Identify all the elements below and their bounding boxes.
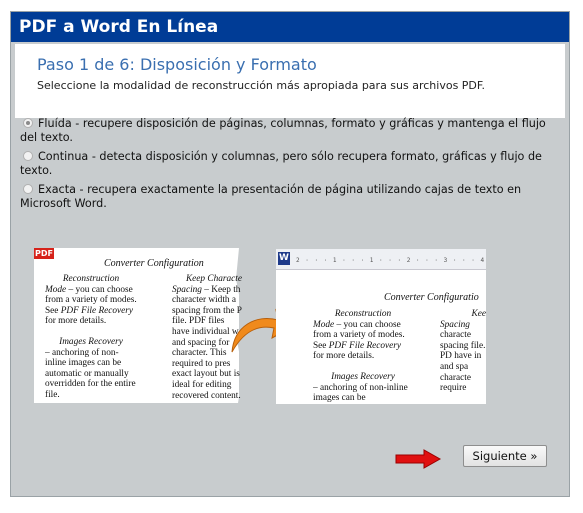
- word-col1-title2: Images Recovery: [331, 371, 395, 382]
- pdf-column-1: Reconstruction Mode – you can choose fro…: [45, 274, 137, 402]
- pdf-page-illustration: PDF Converter Configuration Reconstructi…: [34, 248, 242, 403]
- word-col1-body2: – anchoring of non-inline images can be: [313, 382, 408, 404]
- pdf-col1-body-end: for more details.: [45, 316, 107, 327]
- word-page-illustration: W 2 · · · 1 · · · 1 · · · 2 · · · 3 · · …: [276, 249, 486, 404]
- red-arrow-icon: [395, 449, 442, 469]
- option-exacta-label[interactable]: Exacta - recupera exactamente la present…: [20, 183, 521, 210]
- step-title: Paso 1 de 6: Disposición y Formato: [37, 55, 317, 74]
- word-column-2: Kee Spacing characte spacing file. PD ha…: [440, 309, 486, 404]
- option-exacta[interactable]: Exacta - recupera exactamente la present…: [20, 183, 558, 211]
- radio-continua[interactable]: [23, 151, 33, 161]
- pdf-col1-lead: Mode: [45, 284, 67, 295]
- word-col1-title: Reconstruction: [334, 309, 392, 319]
- option-continua-label[interactable]: Continua - detecta disposición y columna…: [20, 150, 542, 177]
- mode-options: Fluída - recupere disposición de páginas…: [20, 117, 558, 216]
- pdf-col1-title: Reconstruction: [62, 274, 120, 284]
- word-col2-title: Kee: [471, 309, 486, 319]
- next-button[interactable]: Siguiente »: [463, 445, 547, 467]
- word-col1-lead: Mode: [313, 319, 335, 330]
- step-header: Paso 1 de 6: Disposición y Formato Selec…: [15, 44, 565, 118]
- word-column-1: Reconstruction Mode – you can choose fro…: [313, 309, 413, 404]
- pdf-col1-link: PDF File Recovery: [60, 305, 134, 316]
- word-col2-body: characte spacing file. PD have in and sp…: [440, 330, 486, 394]
- pdf-col1-body2: – anchoring of non-inline images can be …: [45, 347, 136, 400]
- word-col1-link: PDF File Recovery: [328, 340, 402, 351]
- word-col2-lead: Spacing: [440, 319, 470, 330]
- pdf-heading: Converter Configuration: [104, 258, 204, 269]
- pdf-col1-title2: Images Recovery: [59, 336, 123, 347]
- word-heading: Converter Configuratio: [384, 292, 479, 303]
- word-col1-body-end: for more details.: [313, 351, 375, 362]
- window-title: PDF a Word En Línea: [11, 12, 569, 42]
- word-ruler: W 2 · · · 1 · · · 1 · · · 2 · · · 3 · · …: [276, 249, 486, 270]
- pdf-col2-title: Keep Characte: [185, 274, 242, 284]
- option-fluida-label[interactable]: Fluída - recupere disposición de páginas…: [20, 117, 546, 144]
- pdf-badge: PDF: [34, 248, 54, 259]
- radio-fluida[interactable]: [23, 118, 33, 128]
- ruler-ticks: 2 · · · 1 · · · 1 · · · 2 · · · 3 · · · …: [296, 257, 486, 264]
- option-continua[interactable]: Continua - detecta disposición y columna…: [20, 150, 558, 178]
- option-fluida[interactable]: Fluída - recupere disposición de páginas…: [20, 117, 558, 145]
- step-subtitle: Seleccione la modalidad de reconstrucció…: [37, 79, 485, 92]
- pdf-col2-lead: Spacing: [172, 284, 202, 295]
- radio-exacta[interactable]: [23, 184, 33, 194]
- word-icon: W: [278, 252, 290, 265]
